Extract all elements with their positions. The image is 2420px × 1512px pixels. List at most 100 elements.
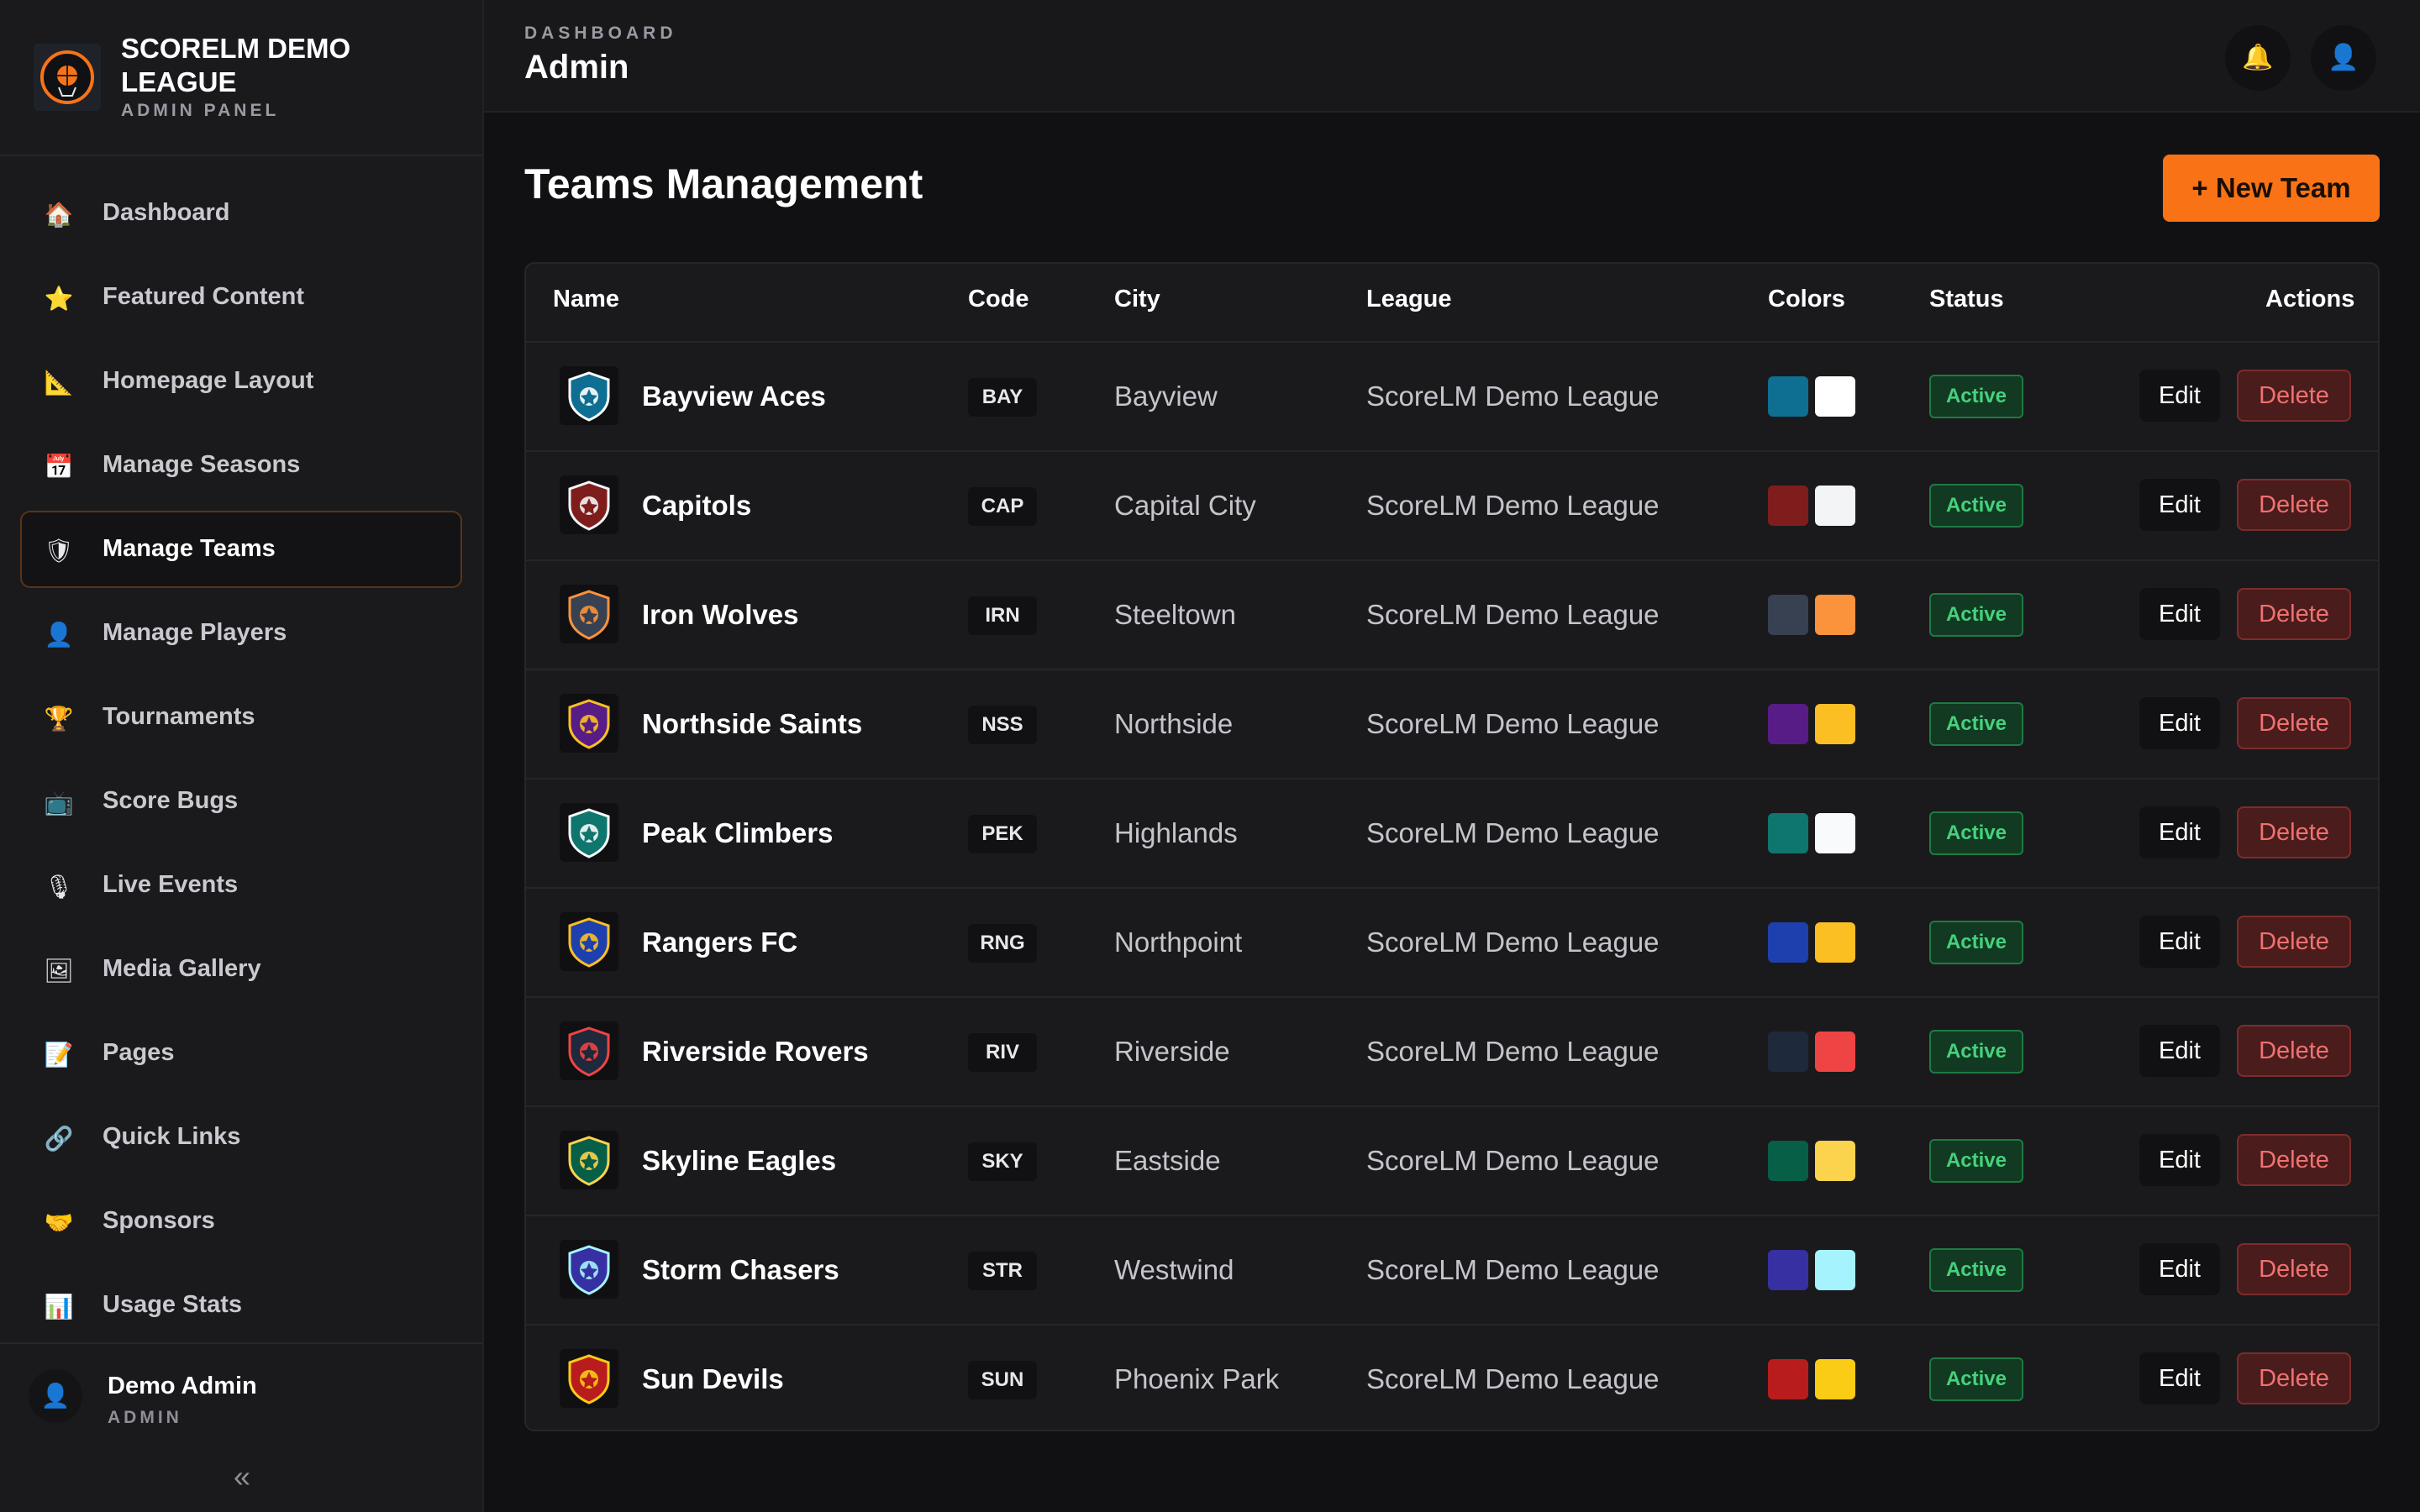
column-header-city[interactable]: City: [1114, 286, 1160, 313]
column-header-code[interactable]: Code: [968, 286, 1029, 313]
secondary-color-swatch: [1815, 1250, 1855, 1290]
sidebar-item-pages[interactable]: 📝 Pages: [20, 1015, 462, 1092]
team-name[interactable]: Skyline Eagles: [642, 1145, 836, 1177]
secondary-color-swatch: [1815, 486, 1855, 526]
team-name[interactable]: Iron Wolves: [642, 599, 798, 631]
sidebar-item-media-gallery[interactable]: 🖼 Media Gallery: [20, 931, 462, 1008]
primary-color-swatch: [1768, 376, 1808, 417]
team-name[interactable]: Rangers FC: [642, 927, 797, 958]
delete-button[interactable]: Delete: [2237, 1025, 2351, 1077]
edit-button[interactable]: Edit: [2139, 370, 2220, 422]
teams-table: Name Code City League Colors Status Acti…: [524, 262, 2380, 1431]
sidebar-item-manage-seasons[interactable]: 📅 Manage Seasons: [20, 427, 462, 504]
team-logo: [560, 912, 618, 971]
primary-color-swatch: [1768, 1359, 1808, 1399]
collapse-sidebar-icon[interactable]: «: [227, 1462, 257, 1492]
delete-button[interactable]: Delete: [2237, 1352, 2351, 1404]
delete-button[interactable]: Delete: [2237, 806, 2351, 858]
sidebar-item-label: Score Bugs: [103, 787, 239, 814]
sidebar-item-label: Dashboard: [103, 199, 230, 226]
status-badge: Active: [1929, 375, 2023, 418]
team-code-badge: IRN: [968, 596, 1037, 635]
edit-button[interactable]: Edit: [2139, 1025, 2220, 1077]
edit-button[interactable]: Edit: [2139, 1352, 2220, 1404]
team-name[interactable]: Riverside Rovers: [642, 1036, 869, 1068]
picture-icon: 🖼: [44, 958, 74, 984]
sidebar-item-label: Tournaments: [103, 703, 255, 730]
sidebar-item-label: Manage Seasons: [103, 451, 301, 478]
secondary-color-swatch: [1815, 922, 1855, 963]
delete-button[interactable]: Delete: [2237, 1243, 2351, 1295]
user-block: 👤 Demo Admin ADMIN «: [0, 1342, 482, 1512]
delete-button[interactable]: Delete: [2237, 370, 2351, 422]
team-logo: [560, 585, 618, 643]
column-header-colors: Colors: [1768, 286, 1845, 312]
delete-button[interactable]: Delete: [2237, 916, 2351, 968]
bell-icon[interactable]: 🔔: [2225, 25, 2291, 91]
delete-button[interactable]: Delete: [2237, 588, 2351, 640]
sidebar-item-label: Manage Teams: [103, 535, 276, 562]
table-row: Iron Wolves IRN Steeltown ScoreLM Demo Leag…: [526, 559, 2378, 669]
table-row: Bayview Aces BAY Bayview ScoreLM Demo Leagu…: [526, 341, 2378, 450]
sidebar-item-manage-players[interactable]: 👤 Manage Players: [20, 595, 462, 672]
column-header-league[interactable]: League: [1366, 286, 1452, 313]
table-row: Riverside Rovers RIV Riverside ScoreLM Demo…: [526, 996, 2378, 1105]
primary-color-swatch: [1768, 595, 1808, 635]
new-team-button[interactable]: + New Team: [2163, 155, 2380, 222]
team-name[interactable]: Bayview Aces: [642, 381, 826, 412]
delete-button[interactable]: Delete: [2237, 479, 2351, 531]
table-row: Northside Saints NSS Northside ScoreLM Demo…: [526, 669, 2378, 778]
edit-button[interactable]: Edit: [2139, 479, 2220, 531]
sidebar-item-label: Homepage Layout: [103, 367, 314, 394]
sidebar-item-label: Live Events: [103, 871, 239, 898]
team-name[interactable]: Capitols: [642, 490, 751, 522]
column-header-status[interactable]: Status: [1929, 286, 2004, 313]
team-logo: [560, 1349, 618, 1408]
sidebar-item-usage-stats[interactable]: 📊 Usage Stats: [20, 1267, 462, 1344]
team-name[interactable]: Sun Devils: [642, 1363, 784, 1395]
edit-button[interactable]: Edit: [2139, 697, 2220, 749]
league-logo[interactable]: [34, 44, 101, 111]
edit-button[interactable]: Edit: [2139, 1243, 2220, 1295]
delete-button[interactable]: Delete: [2237, 1134, 2351, 1186]
team-city: Eastside: [1114, 1145, 1221, 1176]
sidebar-item-tournaments[interactable]: 🏆 Tournaments: [20, 679, 462, 756]
sidebar-item-featured-content[interactable]: ⭐ Featured Content: [20, 259, 462, 336]
team-code-badge: NSS: [968, 706, 1037, 744]
table-row: Peak Climbers PEK Highlands ScoreLM Demo Le…: [526, 778, 2378, 887]
table-row: Storm Chasers STR Westwind ScoreLM Demo Lea…: [526, 1215, 2378, 1324]
table-row: Skyline Eagles SKY Eastside ScoreLM Demo Le…: [526, 1105, 2378, 1215]
column-header-name[interactable]: Name: [553, 286, 619, 313]
sidebar-item-live-events[interactable]: 🎙 Live Events: [20, 847, 462, 924]
profile-icon[interactable]: 👤: [2311, 25, 2376, 91]
status-badge: Active: [1929, 1139, 2023, 1183]
team-logo: [560, 366, 618, 425]
edit-button[interactable]: Edit: [2139, 1134, 2220, 1186]
sidebar-item-homepage-layout[interactable]: 📐 Homepage Layout: [20, 343, 462, 420]
sidebar-item-score-bugs[interactable]: 📺 Score Bugs: [20, 763, 462, 840]
brand-title: SCORELM DEMO LEAGUE: [121, 33, 351, 97]
star-icon: ⭐: [44, 286, 74, 312]
sidebar: SCORELM DEMO LEAGUE ADMIN PANEL 🏠 Dashboa…: [0, 0, 484, 1512]
secondary-color-swatch: [1815, 704, 1855, 744]
team-league: ScoreLM Demo League: [1366, 927, 1660, 958]
sidebar-item-label: Manage Players: [103, 619, 287, 646]
primary-color-swatch: [1768, 704, 1808, 744]
sidebar-item-quick-links[interactable]: 🔗 Quick Links: [20, 1099, 462, 1176]
sidebar-item-manage-teams[interactable]: 🛡 Manage Teams: [20, 511, 462, 588]
edit-button[interactable]: Edit: [2139, 588, 2220, 640]
team-name[interactable]: Northside Saints: [642, 708, 862, 740]
shield-icon: 🛡: [44, 538, 74, 564]
sidebar-item-sponsors[interactable]: 🤝 Sponsors: [20, 1183, 462, 1260]
primary-color-swatch: [1768, 813, 1808, 853]
edit-button[interactable]: Edit: [2139, 916, 2220, 968]
status-badge: Active: [1929, 484, 2023, 528]
delete-button[interactable]: Delete: [2237, 697, 2351, 749]
team-name[interactable]: Storm Chasers: [642, 1254, 839, 1286]
team-name[interactable]: Peak Climbers: [642, 817, 833, 849]
sidebar-item-label: Pages: [103, 1039, 175, 1066]
status-badge: Active: [1929, 1357, 2023, 1401]
avatar[interactable]: 👤: [29, 1369, 82, 1423]
edit-button[interactable]: Edit: [2139, 806, 2220, 858]
sidebar-item-dashboard[interactable]: 🏠 Dashboard: [20, 175, 462, 252]
